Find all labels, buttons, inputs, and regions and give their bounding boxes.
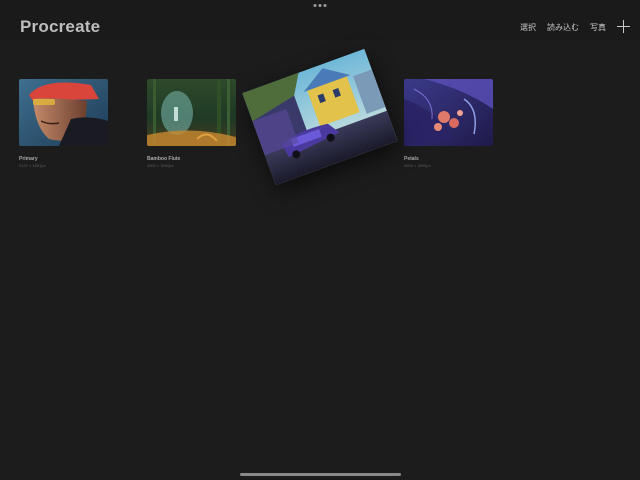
artwork-title: Petals xyxy=(404,156,419,162)
artwork-bamboo-flute[interactable]: Bamboo Flute 4000 × 3000px xyxy=(147,79,236,168)
header-actions: 選択 読み込む 写真 xyxy=(520,20,630,33)
import-button[interactable]: 読み込む xyxy=(547,22,579,33)
artwork-thumbnail[interactable] xyxy=(147,79,236,146)
petals-thumbnail-image xyxy=(404,79,493,146)
plus-icon[interactable] xyxy=(617,20,630,33)
procreate-gallery-screen: Procreate 選択 読み込む 写真 Primary 2127 × 1591… xyxy=(0,0,640,480)
artwork-size: 4000 × 3000px xyxy=(404,163,431,168)
street-scene-thumbnail-image xyxy=(242,48,398,186)
artwork-title: Primary xyxy=(19,156,38,162)
select-button[interactable]: 選択 xyxy=(520,22,536,33)
forest-thumbnail-image xyxy=(147,79,236,146)
dragging-artwork[interactable] xyxy=(242,48,398,186)
artwork-thumbnail[interactable] xyxy=(404,79,493,146)
multitask-dots-icon[interactable] xyxy=(313,4,327,7)
artwork-title: Bamboo Flute xyxy=(147,156,181,162)
home-indicator[interactable] xyxy=(240,473,401,476)
app-title: Procreate xyxy=(20,17,101,36)
artwork-size: 4000 × 3000px xyxy=(147,163,174,168)
artwork-primary[interactable]: Primary 2127 × 1591px xyxy=(19,79,108,168)
artwork-size: 2127 × 1591px xyxy=(19,163,46,168)
artwork-petals[interactable]: Petals 4000 × 3000px xyxy=(404,79,493,168)
photos-button[interactable]: 写真 xyxy=(590,22,606,33)
portrait-thumbnail-image xyxy=(19,79,108,146)
artwork-thumbnail[interactable] xyxy=(19,79,108,146)
